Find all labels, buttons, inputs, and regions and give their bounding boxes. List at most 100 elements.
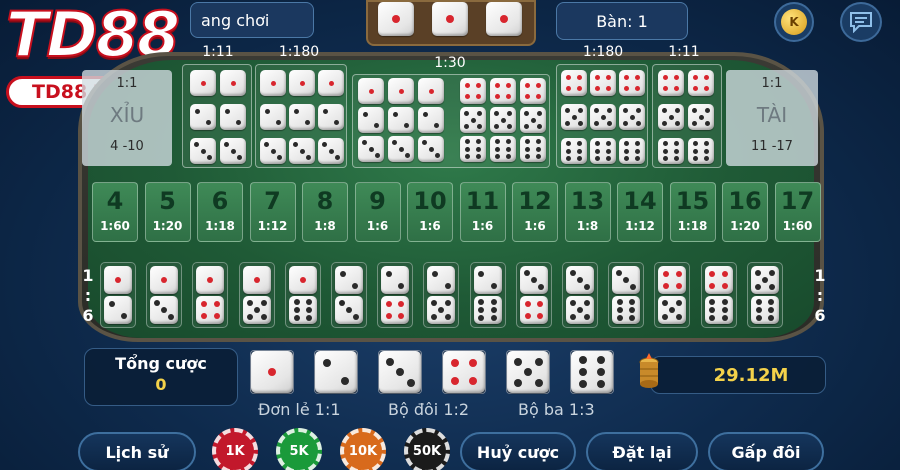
chat-icon bbox=[850, 12, 872, 33]
sum-bet-number: 7 bbox=[264, 187, 281, 215]
coin-button[interactable]: K bbox=[774, 2, 814, 42]
total-bet-panel: Tổng cược 0 bbox=[84, 348, 238, 406]
sum-bet-number: 15 bbox=[675, 187, 710, 215]
die-any-triple-6-2 bbox=[490, 136, 516, 162]
combo-die-3-4-bottom bbox=[519, 296, 548, 324]
combo-die-2-5-bottom bbox=[427, 296, 456, 324]
combo-die-2-5-top bbox=[427, 266, 456, 294]
sum-bet-9[interactable]: 9 1:6 bbox=[354, 182, 401, 242]
balance-value: 29.12M bbox=[713, 364, 789, 386]
odds-left-triple-pair: 1:11 bbox=[202, 44, 234, 60]
sum-bet-5[interactable]: 5 1:20 bbox=[144, 182, 191, 242]
die-left-pair-3-b bbox=[220, 138, 246, 164]
combo-die-4-6-bottom bbox=[704, 296, 733, 324]
chip-stack-icon bbox=[638, 352, 660, 392]
sum-bet-13[interactable]: 13 1:8 bbox=[564, 182, 611, 242]
die-left-triple-1-1 bbox=[260, 70, 286, 96]
die-right-pair-1-b bbox=[688, 70, 714, 96]
chip-label: 1K bbox=[225, 443, 245, 459]
sum-bet-11[interactable]: 11 1:6 bbox=[459, 182, 506, 242]
chat-button[interactable] bbox=[840, 2, 882, 42]
chip-label: 5K bbox=[289, 443, 309, 459]
sum-bet-14[interactable]: 14 1:12 bbox=[617, 182, 663, 242]
die-right-triple-4-3 bbox=[619, 70, 645, 96]
combo-die-2-6-bottom bbox=[473, 296, 502, 324]
bet-big[interactable]: 1:1 TÀI 11 -17 bbox=[726, 70, 818, 166]
sum-bet-6[interactable]: 6 1:18 bbox=[197, 182, 243, 242]
die-any-triple-1-3 bbox=[418, 78, 444, 104]
bet-big-label: TÀI bbox=[756, 103, 788, 127]
rebet-button[interactable]: Đặt lại bbox=[586, 432, 698, 470]
die-left-triple-1-2 bbox=[289, 70, 315, 96]
pair-odds-left-3: 6 bbox=[82, 306, 94, 325]
chip-5k[interactable]: 5K bbox=[276, 428, 322, 470]
balance-panel: 29.12M bbox=[650, 356, 826, 394]
sum-bet-8[interactable]: 8 1:8 bbox=[302, 182, 348, 242]
combo-die-2-4-top bbox=[381, 266, 410, 294]
die-left-pair-1-b bbox=[220, 70, 246, 96]
die-right-pair-3-a bbox=[658, 138, 684, 164]
history-button[interactable]: Lịch sử bbox=[78, 432, 196, 470]
combo-die-1-6-bottom bbox=[288, 296, 317, 324]
sum-bet-odds: 1:6 bbox=[419, 219, 441, 233]
sum-bet-number: 8 bbox=[316, 187, 334, 215]
sum-bet-odds: 1:8 bbox=[314, 219, 336, 233]
pair-odds-right: 1 : 6 bbox=[812, 266, 828, 326]
sum-bet-15[interactable]: 15 1:18 bbox=[669, 182, 716, 242]
combo-die-2-3-bottom bbox=[335, 296, 363, 324]
sum-bet-number: 16 bbox=[728, 187, 762, 215]
sum-bet-17[interactable]: 17 1:60 bbox=[774, 182, 821, 242]
sum-bet-odds: 1:12 bbox=[625, 219, 655, 233]
sum-bet-number: 11 bbox=[465, 187, 500, 215]
combo-die-2-3-top bbox=[335, 266, 363, 294]
single-bet-die-3 bbox=[379, 351, 421, 393]
odds-right-triple-pair: 1:11 bbox=[668, 44, 700, 60]
sum-bet-10[interactable]: 10 1:6 bbox=[407, 182, 453, 242]
die-right-pair-2-b bbox=[688, 104, 714, 130]
cancel-bet-button[interactable]: Huỷ cược bbox=[460, 432, 576, 470]
sum-bet-odds: 1:20 bbox=[152, 219, 183, 233]
sum-bet-number: 4 bbox=[106, 187, 124, 215]
combo-die-3-5-bottom bbox=[566, 296, 594, 324]
chip-10k[interactable]: 10K bbox=[340, 428, 386, 470]
sum-bet-4[interactable]: 4 1:60 bbox=[92, 182, 138, 242]
bet-big-odds: 1:1 bbox=[761, 76, 783, 91]
combo-die-3-6-bottom bbox=[612, 296, 641, 324]
sum-bet-number: 5 bbox=[159, 187, 176, 215]
double-bet-button[interactable]: Gấp đôi bbox=[708, 432, 824, 470]
combo-die-1-3-bottom bbox=[150, 296, 179, 324]
die-any-triple-6-3 bbox=[520, 136, 546, 162]
die-any-triple-2-1 bbox=[358, 107, 384, 133]
bet-small[interactable]: 1:1 XỈU 4 -10 bbox=[82, 70, 172, 166]
sum-bet-odds: 1:6 bbox=[471, 219, 494, 233]
sum-bet-odds: 1:6 bbox=[524, 219, 546, 233]
sum-bet-odds: 1:8 bbox=[576, 219, 599, 233]
die-right-triple-5-1 bbox=[561, 104, 587, 130]
chip-50k[interactable]: 50K bbox=[404, 428, 450, 470]
result-die-1 bbox=[378, 2, 414, 36]
combo-die-2-4-bottom bbox=[381, 296, 410, 324]
sum-bet-7[interactable]: 7 1:12 bbox=[249, 182, 296, 242]
die-right-triple-6-2 bbox=[590, 138, 616, 164]
combo-die-3-5-top bbox=[566, 266, 594, 294]
die-left-triple-3-3 bbox=[318, 138, 344, 164]
combo-die-3-4-top bbox=[519, 266, 548, 294]
odds-double: Bộ đôi 1:2 bbox=[388, 400, 470, 419]
odds-right-triple: 1:180 bbox=[582, 44, 624, 60]
die-any-triple-3-1 bbox=[358, 136, 384, 162]
combo-die-4-5-top bbox=[658, 266, 687, 294]
chip-1k[interactable]: 1K bbox=[212, 428, 258, 470]
die-any-triple-1-1 bbox=[358, 78, 384, 104]
combo-die-5-6-bottom bbox=[750, 296, 779, 324]
sum-bet-number: 9 bbox=[369, 187, 386, 215]
sum-bet-odds: 1:60 bbox=[100, 219, 130, 233]
sum-bet-16[interactable]: 16 1:20 bbox=[722, 182, 768, 242]
die-left-pair-1-a bbox=[190, 70, 216, 96]
sum-bet-12[interactable]: 12 1:6 bbox=[512, 182, 558, 242]
die-any-triple-2-3 bbox=[418, 107, 444, 133]
combo-die-4-6-top bbox=[704, 266, 733, 294]
die-left-triple-2-3 bbox=[318, 104, 344, 130]
die-left-pair-3-a bbox=[190, 138, 216, 164]
combo-die-1-2-bottom bbox=[104, 296, 132, 324]
combo-die-1-5-bottom bbox=[242, 296, 271, 324]
